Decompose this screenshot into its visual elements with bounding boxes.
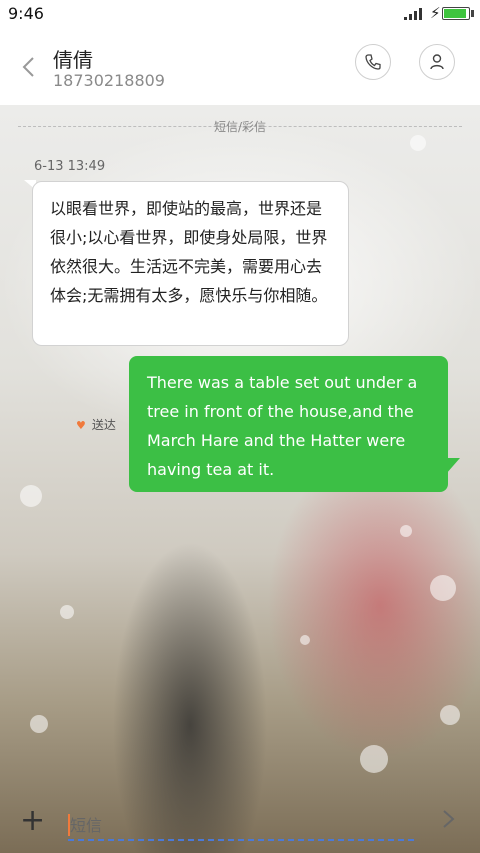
incoming-message-bubble[interactable]: 以眼看世界，即使站的最高，世界还是很小;以心看世界，即使身处局限，世界依然很大。…	[32, 181, 349, 346]
message-type-label: 短信/彩信	[213, 120, 267, 134]
charging-icon: ⚡	[430, 4, 441, 22]
add-attachment-button[interactable]: +	[20, 806, 45, 836]
contact-name: 倩倩	[53, 48, 93, 72]
battery-level	[444, 9, 466, 18]
message-input[interactable]	[68, 811, 414, 841]
call-button[interactable]	[355, 44, 391, 80]
battery-tip	[471, 10, 474, 17]
phone-icon	[365, 54, 381, 70]
back-arrow-icon[interactable]	[18, 52, 40, 82]
outgoing-message-bubble[interactable]: There was a table set out under a tree i…	[129, 356, 448, 492]
contact-number: 18730218809	[53, 71, 165, 90]
contact-profile-button[interactable]	[419, 44, 455, 80]
send-arrow-icon[interactable]	[440, 806, 458, 832]
heart-icon: ♥	[76, 419, 86, 432]
text-cursor	[68, 814, 70, 836]
delivery-status: ♥ 送达	[76, 416, 116, 433]
battery-icon	[442, 7, 470, 20]
outgoing-bubble-tail	[446, 458, 460, 474]
status-time: 9:46	[8, 4, 44, 23]
person-icon	[430, 54, 444, 70]
delivery-status-label: 送达	[91, 418, 116, 432]
signal-icon	[404, 8, 422, 20]
message-timestamp: 6-13 13:49	[34, 159, 106, 174]
status-bar: 9:46 ⚡	[0, 0, 480, 28]
conversation-header: 倩倩 18730218809	[0, 28, 480, 105]
